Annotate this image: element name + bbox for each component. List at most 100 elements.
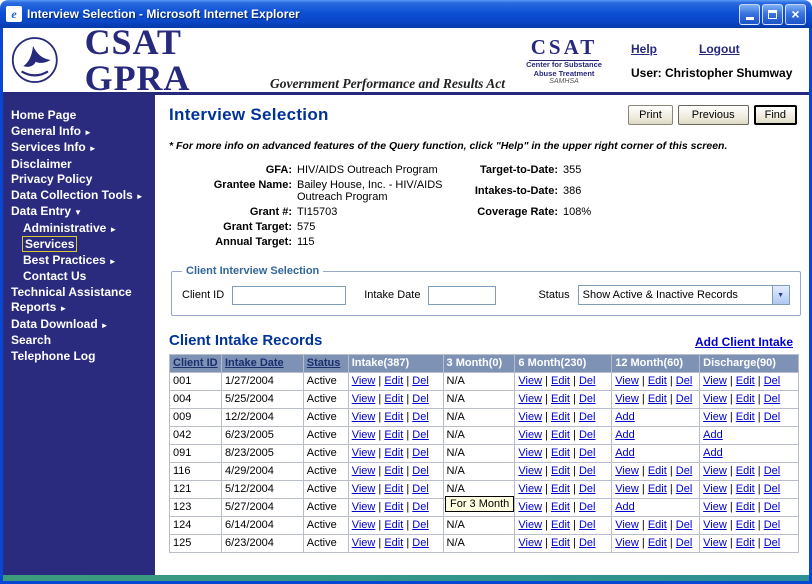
view-link[interactable]: View <box>615 393 639 405</box>
edit-link[interactable]: Edit <box>648 519 667 531</box>
find-button[interactable]: Find <box>753 105 797 125</box>
edit-link[interactable]: Edit <box>736 483 755 495</box>
del-link[interactable]: Del <box>579 393 596 405</box>
add-link[interactable]: Add <box>615 411 635 423</box>
edit-link[interactable]: Edit <box>384 519 403 531</box>
del-link[interactable]: Del <box>676 393 693 405</box>
edit-link[interactable]: Edit <box>384 447 403 459</box>
del-link[interactable]: Del <box>412 537 429 549</box>
view-link[interactable]: View <box>615 483 639 495</box>
view-link[interactable]: View <box>518 519 542 531</box>
maximize-button[interactable] <box>762 3 783 25</box>
del-link[interactable]: Del <box>579 519 596 531</box>
sidebar-item-technical-assistance[interactable]: Technical Assistance <box>3 285 155 301</box>
sidebar-item-privacy-policy[interactable]: Privacy Policy <box>3 172 155 188</box>
del-link[interactable]: Del <box>579 537 596 549</box>
sidebar-item-administrative[interactable]: Administrative ► <box>3 221 155 238</box>
del-link[interactable]: Del <box>764 375 781 387</box>
edit-link[interactable]: Edit <box>551 411 570 423</box>
edit-link[interactable]: Edit <box>551 393 570 405</box>
view-link[interactable]: View <box>518 501 542 513</box>
del-link[interactable]: Del <box>412 393 429 405</box>
minimize-button[interactable] <box>739 3 760 25</box>
view-link[interactable]: View <box>703 393 727 405</box>
view-link[interactable]: View <box>518 447 542 459</box>
sidebar-item-data-collection-tools[interactable]: Data Collection Tools ► <box>3 188 155 205</box>
sidebar-item-data-download[interactable]: Data Download ► <box>3 317 155 334</box>
view-link[interactable]: View <box>703 375 727 387</box>
del-link[interactable]: Del <box>412 519 429 531</box>
del-link[interactable]: Del <box>412 501 429 513</box>
edit-link[interactable]: Edit <box>551 447 570 459</box>
view-link[interactable]: View <box>703 537 727 549</box>
edit-link[interactable]: Edit <box>736 501 755 513</box>
sidebar-item-contact-us[interactable]: Contact Us <box>3 269 155 285</box>
del-link[interactable]: Del <box>764 519 781 531</box>
del-link[interactable]: Del <box>764 483 781 495</box>
view-link[interactable]: View <box>352 375 376 387</box>
del-link[interactable]: Del <box>579 483 596 495</box>
view-link[interactable]: View <box>352 519 376 531</box>
sidebar-item-services[interactable]: Services <box>3 236 155 253</box>
view-link[interactable]: View <box>518 411 542 423</box>
add-link[interactable]: Add <box>703 429 723 441</box>
add-client-intake-link[interactable]: Add Client Intake <box>695 335 793 349</box>
view-link[interactable]: View <box>352 483 376 495</box>
column-header-client-id[interactable]: Client ID <box>169 354 222 373</box>
del-link[interactable]: Del <box>764 393 781 405</box>
del-link[interactable]: Del <box>676 465 693 477</box>
edit-link[interactable]: Edit <box>551 483 570 495</box>
edit-link[interactable]: Edit <box>736 465 755 477</box>
del-link[interactable]: Del <box>579 501 596 513</box>
view-link[interactable]: View <box>352 411 376 423</box>
view-link[interactable]: View <box>703 483 727 495</box>
del-link[interactable]: Del <box>764 411 781 423</box>
edit-link[interactable]: Edit <box>648 483 667 495</box>
edit-link[interactable]: Edit <box>551 519 570 531</box>
close-button[interactable]: × <box>785 3 806 25</box>
sidebar-item-data-entry[interactable]: Data Entry ▼ <box>3 204 155 221</box>
view-link[interactable]: View <box>703 519 727 531</box>
del-link[interactable]: Del <box>579 447 596 459</box>
del-link[interactable]: Del <box>676 483 693 495</box>
del-link[interactable]: Del <box>764 501 781 513</box>
status-select[interactable]: Show Active & Inactive Records ▼ <box>577 285 790 305</box>
edit-link[interactable]: Edit <box>551 465 570 477</box>
view-link[interactable]: View <box>615 537 639 549</box>
view-link[interactable]: View <box>518 429 542 441</box>
edit-link[interactable]: Edit <box>648 465 667 477</box>
add-link[interactable]: Add <box>615 501 635 513</box>
column-header-status[interactable]: Status <box>302 354 349 373</box>
help-link[interactable]: Help <box>631 42 657 56</box>
view-link[interactable]: View <box>352 501 376 513</box>
sort-link[interactable]: Client ID <box>173 357 218 369</box>
del-link[interactable]: Del <box>764 465 781 477</box>
edit-link[interactable]: Edit <box>551 429 570 441</box>
del-link[interactable]: Del <box>412 375 429 387</box>
print-button[interactable]: Print <box>628 105 673 125</box>
previous-button[interactable]: Previous <box>677 105 749 125</box>
edit-link[interactable]: Edit <box>648 375 667 387</box>
view-link[interactable]: View <box>703 501 727 513</box>
sort-link[interactable]: Status <box>307 357 341 369</box>
del-link[interactable]: Del <box>676 519 693 531</box>
view-link[interactable]: View <box>615 465 639 477</box>
edit-link[interactable]: Edit <box>551 375 570 387</box>
edit-link[interactable]: Edit <box>384 537 403 549</box>
add-link[interactable]: Add <box>615 429 635 441</box>
edit-link[interactable]: Edit <box>736 375 755 387</box>
view-link[interactable]: View <box>518 465 542 477</box>
intake-date-input[interactable] <box>428 285 497 305</box>
view-link[interactable]: View <box>518 375 542 387</box>
del-link[interactable]: Del <box>764 537 781 549</box>
add-link[interactable]: Add <box>703 447 723 459</box>
edit-link[interactable]: Edit <box>551 537 570 549</box>
view-link[interactable]: View <box>518 393 542 405</box>
sort-link[interactable]: Intake Date <box>225 357 284 369</box>
sidebar-item-home-page[interactable]: Home Page <box>3 108 155 124</box>
del-link[interactable]: Del <box>412 447 429 459</box>
edit-link[interactable]: Edit <box>384 429 403 441</box>
del-link[interactable]: Del <box>579 411 596 423</box>
add-link[interactable]: Add <box>615 447 635 459</box>
edit-link[interactable]: Edit <box>736 537 755 549</box>
